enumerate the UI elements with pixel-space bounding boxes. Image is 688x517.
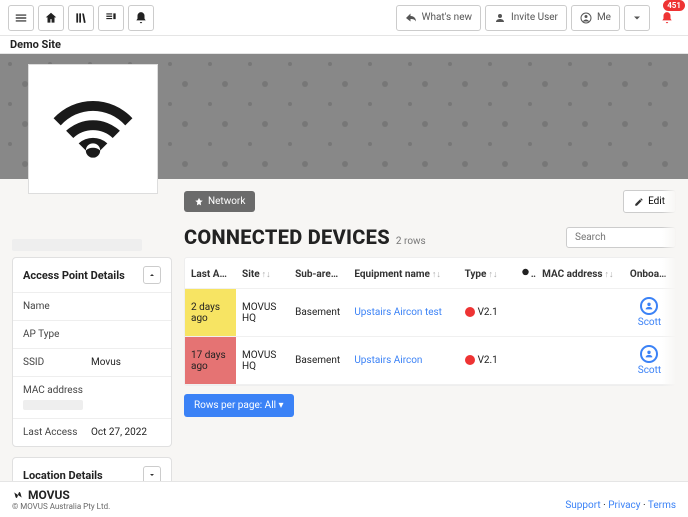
me-button[interactable]: Me bbox=[571, 5, 620, 31]
terms-link[interactable]: Terms bbox=[648, 500, 676, 511]
ap-last-access-label: Last Access bbox=[23, 427, 91, 438]
me-dropdown[interactable] bbox=[624, 5, 650, 31]
cell-subarea: Basement bbox=[289, 337, 348, 385]
edit-label: Edit bbox=[648, 196, 665, 207]
notifications-button[interactable] bbox=[128, 5, 154, 31]
cell-subarea: Basement bbox=[289, 289, 348, 337]
loc-panel-title: Location Details bbox=[23, 469, 103, 482]
cell-alarm bbox=[514, 337, 536, 385]
avatar-icon bbox=[640, 297, 658, 315]
onboarded-link[interactable]: Scott bbox=[638, 365, 661, 376]
me-label: Me bbox=[597, 12, 611, 23]
brand-logo: MOVUS bbox=[12, 488, 110, 502]
col-onboarded[interactable]: Onboarded by↑↓ bbox=[624, 258, 675, 289]
table-row[interactable]: 17 days ago MOVUS HQ Basement Upstairs A… bbox=[185, 337, 675, 385]
footer-links: Support · Privacy · Terms bbox=[565, 500, 676, 511]
banner bbox=[0, 54, 688, 179]
support-link[interactable]: Support bbox=[565, 500, 600, 511]
col-alarm[interactable] bbox=[514, 258, 536, 289]
rows-per-page-button[interactable]: Rows per page: All ▾ bbox=[184, 394, 294, 417]
cell-alarm bbox=[514, 289, 536, 337]
cell-mac bbox=[536, 337, 624, 385]
col-site[interactable]: Site↑↓ bbox=[236, 258, 289, 289]
home-button[interactable] bbox=[38, 5, 64, 31]
menu-button[interactable] bbox=[8, 5, 34, 31]
footer: MOVUS © MOVUS Australia Pty Ltd. Support… bbox=[0, 481, 688, 517]
cell-last-access: 17 days ago bbox=[185, 337, 236, 385]
sort-icon: ↑↓ bbox=[488, 270, 497, 280]
alerts-button[interactable]: 451 bbox=[654, 5, 680, 31]
library-button[interactable] bbox=[68, 5, 94, 31]
ap-ssid-label: SSID bbox=[23, 357, 91, 368]
table-header-row: Last Access↑↓ Site↑↓ Sub-area↑↓ Equipmen… bbox=[185, 258, 675, 289]
avatar-icon bbox=[640, 345, 658, 363]
search-input[interactable] bbox=[566, 227, 676, 248]
ap-mac-label: MAC address bbox=[23, 385, 91, 396]
page-title: CONNECTED DEVICES bbox=[184, 225, 390, 249]
devices-table: Last Access↑↓ Site↑↓ Sub-area↑↓ Equipmen… bbox=[184, 257, 676, 386]
ap-panel-title: Access Point Details bbox=[23, 269, 125, 282]
equipment-link[interactable]: Upstairs Aircon test bbox=[354, 307, 442, 318]
tab-network-label: Network bbox=[208, 196, 245, 207]
sort-icon: ↑↓ bbox=[432, 270, 441, 280]
invite-user-button[interactable]: Invite User bbox=[485, 5, 567, 31]
table-row[interactable]: 2 days ago MOVUS HQ Basement Upstairs Ai… bbox=[185, 289, 675, 337]
cell-last-access: 2 days ago bbox=[185, 289, 236, 337]
privacy-link[interactable]: Privacy bbox=[608, 500, 640, 511]
col-type[interactable]: Type↑↓ bbox=[459, 258, 514, 289]
edit-button[interactable]: Edit bbox=[623, 190, 676, 213]
ap-name-label: Name bbox=[23, 301, 91, 312]
cell-mac bbox=[536, 289, 624, 337]
cell-site: MOVUS HQ bbox=[236, 289, 289, 337]
cell-type: V2.1 bbox=[459, 337, 514, 385]
copyright: © MOVUS Australia Pty Ltd. bbox=[12, 502, 110, 511]
cell-onboarded: Scott bbox=[624, 289, 675, 337]
feed-button[interactable] bbox=[98, 5, 124, 31]
whats-new-label: What's new bbox=[422, 12, 472, 23]
equipment-link[interactable]: Upstairs Aircon bbox=[354, 355, 422, 366]
sort-icon: ↑↓ bbox=[262, 270, 271, 280]
invite-user-label: Invite User bbox=[511, 12, 558, 23]
alarm-icon bbox=[520, 266, 531, 277]
site-name: Demo Site bbox=[0, 36, 688, 54]
cell-equipment: Upstairs Aircon test bbox=[348, 289, 458, 337]
site-logo bbox=[28, 64, 158, 194]
sort-icon: ↑↓ bbox=[338, 270, 347, 280]
sort-icon: ↑↓ bbox=[605, 270, 614, 280]
ap-last-access-value: Oct 27, 2022 bbox=[91, 427, 147, 438]
access-point-panel: Access Point Details Name AP Type SSIDMo… bbox=[12, 257, 172, 447]
status-dot bbox=[465, 355, 475, 365]
tab-network[interactable]: Network bbox=[184, 191, 255, 212]
col-subarea[interactable]: Sub-area↑↓ bbox=[289, 258, 348, 289]
col-last-access[interactable]: Last Access↑↓ bbox=[185, 258, 236, 289]
wifi-icon bbox=[50, 86, 136, 172]
cell-onboarded: Scott bbox=[624, 337, 675, 385]
cell-site: MOVUS HQ bbox=[236, 337, 289, 385]
ap-type-label: AP Type bbox=[23, 329, 91, 340]
ap-panel-toggle[interactable] bbox=[143, 266, 161, 284]
row-count: 2 rows bbox=[396, 236, 426, 247]
ap-ssid-value: Movus bbox=[91, 357, 121, 368]
breadcrumb-placeholder bbox=[12, 239, 142, 251]
col-equipment[interactable]: Equipment name↑↓ bbox=[348, 258, 458, 289]
ap-mac-redacted bbox=[23, 400, 83, 410]
alerts-badge: 451 bbox=[663, 0, 685, 11]
onboarded-link[interactable]: Scott bbox=[638, 317, 661, 328]
whats-new-button[interactable]: What's new bbox=[396, 5, 481, 31]
cell-equipment: Upstairs Aircon bbox=[348, 337, 458, 385]
cell-type: V2.1 bbox=[459, 289, 514, 337]
brand-icon bbox=[12, 489, 24, 501]
col-mac[interactable]: MAC address↑↓ bbox=[536, 258, 624, 289]
status-dot bbox=[465, 307, 475, 317]
